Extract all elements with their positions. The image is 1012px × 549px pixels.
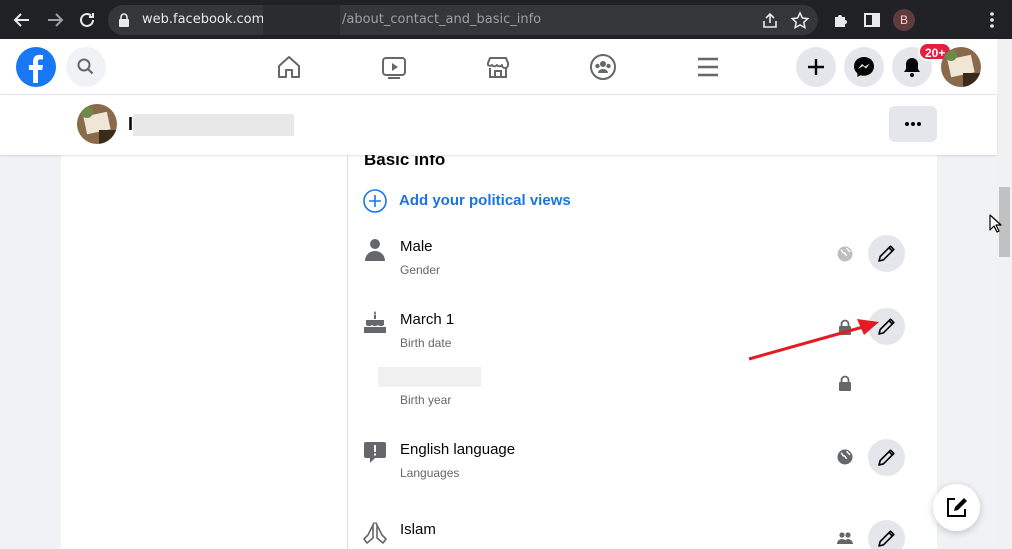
religion-value: Islam (400, 521, 436, 538)
watch-video-icon[interactable] (380, 53, 408, 81)
create-button[interactable] (796, 47, 836, 87)
pencil-icon (878, 530, 895, 547)
avatar-photo-icon (941, 47, 981, 87)
plus-icon (808, 59, 824, 75)
url-redaction (263, 5, 340, 35)
marketplace-icon[interactable] (484, 53, 512, 81)
facebook-logo-icon[interactable] (16, 47, 56, 87)
edit-gender-button[interactable] (868, 235, 905, 272)
languages-value: English language (400, 441, 516, 458)
messenger-button[interactable] (844, 47, 884, 87)
edit-religion-button[interactable] (868, 520, 905, 549)
side-panel-icon[interactable] (862, 10, 882, 30)
pencil-icon (878, 245, 895, 262)
browser-toolbar: web.facebook.com/ /about_contact_and_bas… (0, 0, 1012, 39)
avatar-photo-icon (77, 104, 117, 144)
url-path: /about_contact_and_basic_info (342, 12, 542, 27)
reload-icon[interactable] (76, 9, 98, 31)
messenger-icon (854, 57, 874, 77)
search-button[interactable] (66, 47, 106, 87)
share-icon[interactable] (760, 11, 780, 31)
extensions-puzzle-icon[interactable] (832, 10, 852, 30)
praying-hands-icon (363, 522, 387, 544)
profile-name-redaction (133, 114, 294, 136)
new-message-button[interactable] (933, 484, 980, 531)
address-bar[interactable]: web.facebook.com/ /about_contact_and_bas… (108, 5, 818, 35)
cake-icon (364, 311, 386, 333)
birth-date-value: March 1 (400, 311, 455, 328)
forward-arrow-icon[interactable] (44, 9, 66, 31)
gender-label: Gender (400, 263, 441, 277)
search-icon (77, 58, 94, 75)
annotation-arrow (748, 319, 879, 361)
birth-year-label: Birth year (400, 393, 452, 407)
browser-menu-icon[interactable] (985, 9, 999, 31)
gender-value: Male (400, 238, 433, 255)
about-sidebar-panel (61, 155, 348, 549)
more-options-button[interactable] (889, 106, 937, 142)
compose-icon (947, 498, 967, 517)
edit-languages-button[interactable] (868, 439, 905, 476)
profile-sub-header: I (0, 95, 997, 155)
pencil-icon (878, 449, 895, 466)
profile-avatar[interactable] (77, 104, 117, 144)
globe-icon[interactable] (836, 448, 854, 466)
add-political-views-label: Add your political views (399, 192, 571, 209)
groups-icon[interactable] (589, 53, 617, 81)
browser-profile-avatar[interactable]: B (893, 9, 915, 31)
home-icon[interactable] (275, 53, 303, 81)
url-domain: web.facebook.com/ (142, 12, 269, 27)
lock-icon (119, 13, 129, 27)
facebook-top-nav: 20+ (0, 39, 997, 95)
languages-label: Languages (400, 466, 460, 480)
globe-icon[interactable] (836, 245, 854, 263)
lock-icon[interactable] (836, 374, 854, 392)
birth-year-redaction (378, 367, 481, 387)
speech-bubble-icon (364, 442, 386, 463)
more-dots-icon (905, 122, 921, 126)
star-icon[interactable] (790, 11, 810, 31)
back-arrow-icon[interactable] (11, 9, 33, 31)
menu-hamburger-icon[interactable] (694, 53, 722, 81)
account-avatar[interactable] (941, 47, 981, 87)
add-circle-icon (363, 189, 387, 213)
page-scrollbar[interactable] (997, 39, 1012, 549)
friends-icon[interactable] (836, 529, 854, 547)
mouse-cursor-icon (989, 214, 1002, 233)
birth-date-label: Birth date (400, 336, 452, 350)
person-icon (365, 239, 385, 261)
